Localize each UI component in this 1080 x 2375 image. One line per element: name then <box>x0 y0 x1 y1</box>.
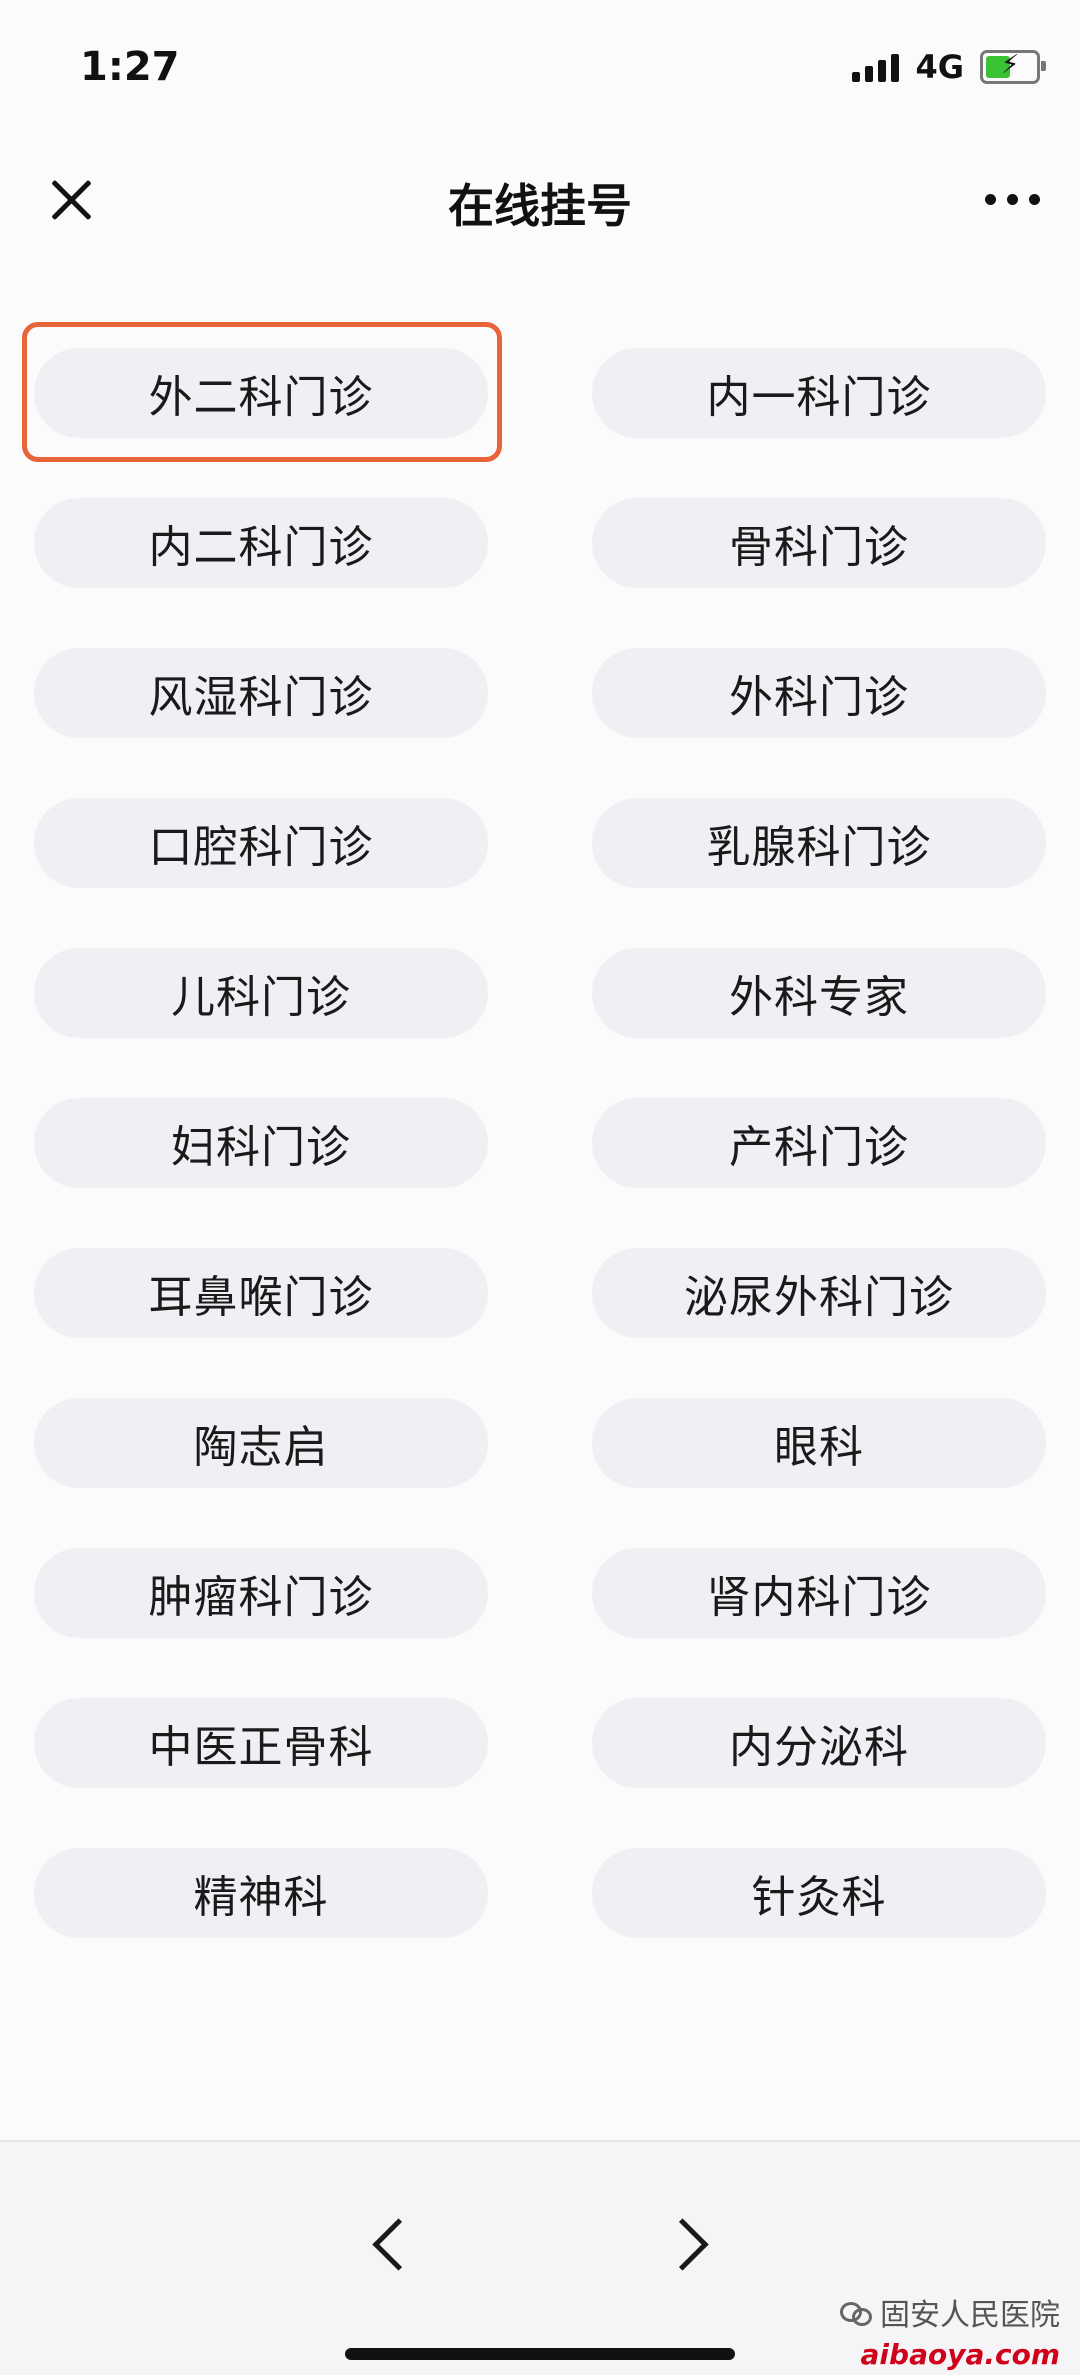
department-button[interactable]: 精神科 <box>34 1848 488 1938</box>
status-icons: 4G ⚡ <box>852 48 1046 86</box>
page-title: 在线挂号 <box>448 179 632 233</box>
department-button[interactable]: 中医正骨科 <box>34 1698 488 1788</box>
status-time: 1:27 <box>80 44 180 90</box>
department-button[interactable]: 风湿科门诊 <box>34 648 488 738</box>
home-indicator[interactable] <box>345 2348 735 2360</box>
department-button[interactable]: 肿瘤科门诊 <box>34 1548 488 1638</box>
watermark-site: aibaoya.com <box>860 2338 1060 2371</box>
network-type: 4G <box>915 48 964 86</box>
signal-icon <box>852 52 900 82</box>
department-button[interactable]: 内二科门诊 <box>34 498 488 588</box>
department-button[interactable]: 骨科门诊 <box>592 498 1046 588</box>
department-button[interactable]: 内一科门诊 <box>592 348 1046 438</box>
forward-arrow-icon[interactable] <box>660 2204 720 2284</box>
department-button[interactable]: 外科门诊 <box>592 648 1046 738</box>
department-button[interactable]: 内分泌科 <box>592 1698 1046 1788</box>
status-bar: 1:27 4G ⚡ <box>0 0 1080 140</box>
wechat-icon <box>840 2300 872 2326</box>
department-button[interactable]: 乳腺科门诊 <box>592 798 1046 888</box>
department-button[interactable]: 口腔科门诊 <box>34 798 488 888</box>
nav-bar: 在线挂号 <box>0 150 1080 250</box>
department-button[interactable]: 儿科门诊 <box>34 948 488 1038</box>
more-icon[interactable] <box>985 194 1040 205</box>
department-button[interactable]: 泌尿外科门诊 <box>592 1248 1046 1338</box>
department-button[interactable]: 外科专家 <box>592 948 1046 1038</box>
department-button[interactable]: 陶志启 <box>34 1398 488 1488</box>
battery-icon: ⚡ <box>980 50 1046 84</box>
department-button[interactable]: 外二科门诊 <box>34 348 488 438</box>
department-grid: 外二科门诊 内一科门诊 内二科门诊 骨科门诊 风湿科门诊 外科门诊 口腔科门诊 … <box>34 348 1046 1938</box>
department-button[interactable]: 妇科门诊 <box>34 1098 488 1188</box>
department-button[interactable]: 肾内科门诊 <box>592 1548 1046 1638</box>
department-button[interactable]: 针灸科 <box>592 1848 1046 1938</box>
back-arrow-icon[interactable] <box>362 2204 422 2284</box>
watermark-account: 固安人民医院 <box>880 2298 1060 2333</box>
watermark: 固安人民医院 aibaoya.com <box>840 2290 1060 2371</box>
department-button[interactable]: 产科门诊 <box>592 1098 1046 1188</box>
department-button[interactable]: 眼科 <box>592 1398 1046 1488</box>
department-button[interactable]: 耳鼻喉门诊 <box>34 1248 488 1338</box>
